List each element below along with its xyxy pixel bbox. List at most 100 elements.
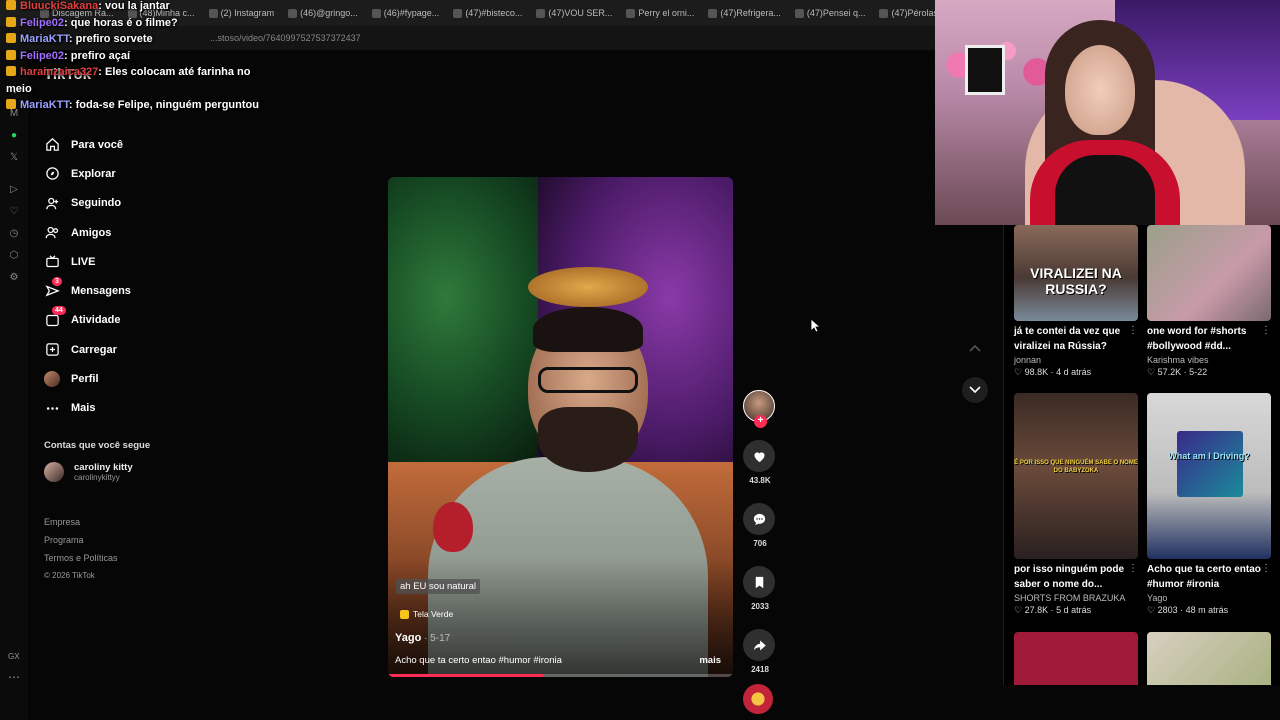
rec-stats: ♡ 2803 · 48 m atrás xyxy=(1147,605,1229,615)
chat-message: harainzaica327: Eles colocam até farinha… xyxy=(6,64,266,97)
action-bar: + 43.8K 706 2033 2418 xyxy=(743,390,777,714)
rec-video-card[interactable]: What am I Driving? ⋮ Acho que ta certo e… xyxy=(1147,393,1271,616)
rec-thumbnail: What am I Driving? xyxy=(1147,393,1271,559)
music-disc-icon[interactable] xyxy=(743,684,773,714)
footer-link-programa[interactable]: Programa xyxy=(44,531,118,549)
chat-text: : prefiro açaí xyxy=(64,49,131,62)
following-account[interactable]: caroliny kitty carolinykittyy xyxy=(44,462,133,482)
tab-favicon-icon xyxy=(536,8,546,18)
sidebar-item-mensagens[interactable]: 3 Mensagens xyxy=(44,276,214,305)
comment-button[interactable] xyxy=(743,503,775,535)
footer-link-empresa[interactable]: Empresa xyxy=(44,513,118,531)
chat-badge-icon xyxy=(6,99,16,109)
creator-avatar[interactable]: + xyxy=(743,390,775,428)
rec-thumbnail xyxy=(1014,632,1138,685)
follow-plus-icon[interactable]: + xyxy=(754,415,767,428)
picture-frame xyxy=(965,45,1005,95)
rec-author: jonnan xyxy=(1014,355,1042,365)
tab-label: (46)@gringo... xyxy=(300,8,358,18)
video-author[interactable]: Yago · 5-17 xyxy=(395,632,450,644)
following-title: Contas que você segue xyxy=(44,440,151,451)
sidebar-item-explorar[interactable]: Explorar xyxy=(44,159,214,188)
rec-more-icon[interactable]: ⋮ xyxy=(1261,325,1271,336)
browser-tab[interactable]: (47)#bisteco... xyxy=(453,8,522,18)
footer-link-termos[interactable]: Termos e Políticas xyxy=(44,549,118,567)
save-button[interactable] xyxy=(743,566,775,598)
tab-favicon-icon xyxy=(371,8,381,18)
settings-icon[interactable]: ⚙ xyxy=(8,272,20,284)
sidebar-item-label: Mensagens xyxy=(71,285,131,298)
rec-video-card[interactable]: ⋮ one word for #shorts #bollywood #dd...… xyxy=(1147,225,1271,378)
rec-more-icon[interactable]: ⋮ xyxy=(1128,563,1138,574)
browser-tab[interactable]: (47)Pérolas B... xyxy=(879,8,935,18)
heart-icon xyxy=(754,451,764,462)
sidebar-item-para-voc-[interactable]: Para você xyxy=(44,130,214,159)
chat-badge-icon xyxy=(6,16,16,27)
sidebar-item-live[interactable]: LIVE xyxy=(44,247,214,276)
bookmark-icon xyxy=(755,576,763,588)
video-progress-bar[interactable] xyxy=(388,674,733,677)
home-icon xyxy=(44,137,60,153)
rec-more-icon[interactable]: ⋮ xyxy=(1128,325,1138,336)
sidebar-item-mais[interactable]: Mais xyxy=(44,394,214,423)
x-icon[interactable]: 𝕏 xyxy=(8,152,20,164)
browser-tab[interactable]: Perry el orni... xyxy=(626,8,694,18)
rec-author: Karishma vibes xyxy=(1147,355,1209,365)
activity-icon: 44 xyxy=(44,306,66,328)
browser-tab[interactable]: (47)Refrigera... xyxy=(708,8,781,18)
chat-text: : prefiro sorvete xyxy=(68,33,153,45)
sidebar-item-label: Amigos xyxy=(71,226,112,239)
stream-chat: BluuckiSakana: vou la jantar Felipe02: qu… xyxy=(6,0,266,114)
chat-message: BluuckiSakana: vou la jantar xyxy=(6,0,266,15)
following-username: carolinykittyy xyxy=(74,473,120,482)
browser-tab[interactable]: (47)VOU SER... xyxy=(536,8,612,18)
rec-video-card[interactable]: É POR ISSO QUE NINGUÉM SABE O NOME DO BA… xyxy=(1014,393,1138,616)
box-icon[interactable]: ⬡ xyxy=(8,250,20,262)
effect-label: Tela Verde xyxy=(413,609,454,619)
effect-tag[interactable]: Tela Verde xyxy=(400,609,453,619)
whatsapp-icon[interactable]: ● xyxy=(8,130,20,142)
sidebar-item-perfil[interactable]: Perfil xyxy=(44,364,214,393)
rec-video-card[interactable] xyxy=(1014,632,1138,685)
chat-message: MariaKTT: prefiro sorvete xyxy=(6,31,266,48)
browser-tab[interactable]: (46)#fypage... xyxy=(371,8,439,18)
sidebar-item-carregar[interactable]: Carregar xyxy=(44,335,214,364)
person-glasses xyxy=(538,367,638,393)
video-date: · 5-17 xyxy=(421,633,451,644)
rec-video-card[interactable]: VIRALIZEI NA RUSSIA? ⋮ já te contei da v… xyxy=(1014,225,1138,378)
rec-thumbnail-text: What am I Driving? xyxy=(1168,451,1250,461)
rec-more-icon[interactable]: ⋮ xyxy=(1261,563,1271,574)
browser-tab[interactable]: (46)@gringo... xyxy=(288,8,358,18)
rec-video-card[interactable] xyxy=(1147,632,1271,685)
chat-username: Felipe02 xyxy=(20,16,65,29)
next-video-button[interactable] xyxy=(962,377,988,403)
strawberry xyxy=(433,502,473,552)
sidebar-item-label: Para você xyxy=(71,138,123,151)
video-player[interactable]: ah EU sou natural Tela Verde Yago · 5-17… xyxy=(388,177,733,677)
sidebar-item-label: Seguindo xyxy=(71,197,122,210)
sidebar-item-atividade[interactable]: 44 Atividade xyxy=(44,306,214,335)
notification-badge: 3 xyxy=(52,277,62,287)
share-button[interactable] xyxy=(743,629,775,661)
profile-avatar xyxy=(44,371,60,388)
rec-title: por isso ninguém pode saber o nome do... xyxy=(1014,564,1125,590)
share-count: 2418 xyxy=(751,665,769,674)
player-icon[interactable]: ▷ xyxy=(8,184,20,196)
chat-message: MariaKTT: foda-se Felipe, ninguém pergun… xyxy=(6,97,266,114)
sidebar-item-label: Atividade xyxy=(71,314,121,327)
browser-tab[interactable]: (47)Pensei q... xyxy=(794,8,865,18)
sidebar-item-seguindo[interactable]: Seguindo xyxy=(44,189,214,218)
history-icon[interactable]: ◷ xyxy=(8,228,20,240)
more-dots-icon[interactable]: ⋯ xyxy=(8,670,20,684)
upload-icon xyxy=(44,342,60,358)
previous-video-button[interactable] xyxy=(962,335,988,361)
more-button[interactable]: mais xyxy=(699,655,721,666)
comment-count: 706 xyxy=(753,539,767,548)
heart-icon[interactable]: ♡ xyxy=(8,206,20,218)
avatar xyxy=(44,462,64,482)
following-name: caroliny kitty xyxy=(74,462,133,473)
sidebar-item-amigos[interactable]: Amigos xyxy=(44,218,214,247)
sidebar-item-label: Mais xyxy=(71,402,96,415)
like-button[interactable] xyxy=(743,440,775,472)
streamer-shirt xyxy=(1055,155,1155,225)
